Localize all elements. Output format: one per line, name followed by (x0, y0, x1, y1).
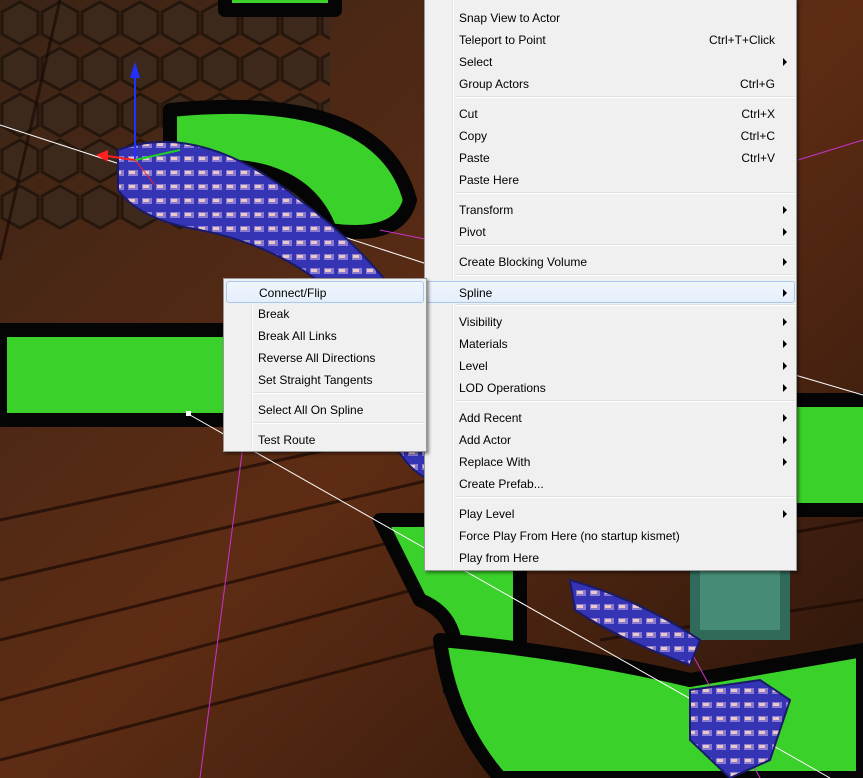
menu-separator (254, 422, 424, 424)
spline-submenu: Connect/Flip Break Break All Links Reverse … (223, 278, 427, 452)
menu-item-break-all-links[interactable]: Break All Links (226, 325, 424, 347)
menu-item-label: Copy (459, 129, 488, 143)
submenu-arrow-icon (783, 362, 787, 370)
menu-item-label: Spline (459, 286, 493, 300)
menu-item-shortcut: Ctrl+T+Click (708, 33, 775, 47)
menu-item-label: Snap View to Actor (459, 11, 561, 25)
menu-item-cut[interactable]: Cut Ctrl+X (427, 103, 794, 125)
submenu-arrow-icon (783, 58, 787, 66)
menu-item-label: Add Actor (459, 433, 512, 447)
menu-separator (455, 274, 794, 276)
menu-item-label: Play Level (459, 507, 515, 521)
menu-separator (455, 400, 794, 402)
submenu-arrow-icon (783, 258, 787, 266)
menu-item-label: Cut (459, 107, 478, 121)
menu-item-materials[interactable]: Materials (427, 333, 794, 355)
menu-item-label: Paste (459, 151, 490, 165)
menu-item-label: Break All Links (258, 329, 337, 343)
submenu-arrow-icon (783, 318, 787, 326)
menu-item-shortcut: Ctrl+G (739, 77, 775, 91)
menu-item-label: LOD Operations (459, 381, 546, 395)
menu-item-label: Force Play From Here (no startup kismet) (459, 529, 680, 543)
menu-item-paste[interactable]: Paste Ctrl+V (427, 147, 794, 169)
menu-item-lod-operations[interactable]: LOD Operations (427, 377, 794, 399)
menu-item-label: Break (258, 307, 290, 321)
menu-item-label: Group Actors (459, 77, 530, 91)
menu-separator (455, 304, 794, 306)
menu-item-shortcut: Ctrl+V (741, 151, 775, 165)
menu-item-label: Create Blocking Volume (459, 255, 588, 269)
menu-item-label: Pivot (459, 225, 486, 239)
menu-item-create-prefab[interactable]: Create Prefab... (427, 473, 794, 495)
menu-item-visibility[interactable]: Visibility (427, 311, 794, 333)
menu-item-spline[interactable]: Spline (426, 281, 795, 303)
menu-item-level[interactable]: Level (427, 355, 794, 377)
menu-item-group-actors[interactable]: Group Actors Ctrl+G (427, 73, 794, 95)
menu-item-pivot[interactable]: Pivot (427, 221, 794, 243)
menu-item-teleport-to-point[interactable]: Teleport to Point Ctrl+T+Click (427, 29, 794, 51)
menu-item-shortcut: Ctrl+C (740, 129, 775, 143)
menu-item-reverse-all-directions[interactable]: Reverse All Directions (226, 347, 424, 369)
menu-separator (455, 496, 794, 498)
menu-item-label: Transform (459, 203, 514, 217)
menu-item-label: Connect/Flip (259, 286, 327, 300)
menu-item-snap-view-to-actor[interactable]: Snap View to Actor (427, 7, 794, 29)
submenu-arrow-icon (783, 414, 787, 422)
submenu-arrow-icon (783, 384, 787, 392)
menu-item-label: Test Route (258, 433, 316, 447)
menu-item-label: Select (459, 55, 493, 69)
menu-item-play-from-here[interactable]: Play from Here (427, 547, 794, 569)
menu-item-play-level[interactable]: Play Level (427, 503, 794, 525)
menu-item-transform[interactable]: Transform (427, 199, 794, 221)
menu-item-label: Level (459, 359, 488, 373)
menu-item-add-recent[interactable]: Add Recent (427, 407, 794, 429)
menu-item-shortcut: Ctrl+X (741, 107, 775, 121)
menu-item-set-straight-tangents[interactable]: Set Straight Tangents (226, 369, 424, 391)
menu-separator (455, 192, 794, 194)
submenu-arrow-icon (783, 289, 787, 297)
submenu-arrow-icon (783, 206, 787, 214)
menu-item-label: Reverse All Directions (258, 351, 376, 365)
submenu-arrow-icon (783, 340, 787, 348)
menu-item-label: Paste Here (459, 173, 520, 187)
menu-separator (455, 244, 794, 246)
menu-item-connect-flip[interactable]: Connect/Flip (226, 281, 424, 303)
menu-item-test-route[interactable]: Test Route (226, 429, 424, 451)
menu-item-replace-with[interactable]: Replace With (427, 451, 794, 473)
menu-item-label: Create Prefab... (459, 477, 544, 491)
menu-item-label: Select All On Spline (258, 403, 364, 417)
menu-item-force-play-from-here-no-startup-kismet[interactable]: Force Play From Here (no startup kismet) (427, 525, 794, 547)
submenu-arrow-icon (783, 510, 787, 518)
menu-item-label: Add Recent (459, 411, 522, 425)
menu-item-label: Visibility (459, 315, 503, 329)
menu-item-paste-here[interactable]: Paste Here (427, 169, 794, 191)
menu-item-add-actor[interactable]: Add Actor (427, 429, 794, 451)
menu-item-label: Replace With (459, 455, 531, 469)
menu-item-break[interactable]: Break (226, 303, 424, 325)
menu-separator (455, 96, 794, 98)
menu-item-create-blocking-volume[interactable]: Create Blocking Volume (427, 251, 794, 273)
menu-item-label: Set Straight Tangents (258, 373, 373, 387)
menu-item-select[interactable]: Select (427, 51, 794, 73)
submenu-arrow-icon (783, 228, 787, 236)
menu-item-label: Materials (459, 337, 508, 351)
context-menu: Snap View to Actor Teleport to Point Ctrl+… (424, 0, 797, 571)
submenu-arrow-icon (783, 458, 787, 466)
submenu-arrow-icon (783, 436, 787, 444)
menu-separator (254, 392, 424, 394)
menu-item-copy[interactable]: Copy Ctrl+C (427, 125, 794, 147)
menu-item-label: Teleport to Point (459, 33, 546, 47)
menu-item-label: Play from Here (459, 551, 540, 565)
menu-item-select-all-on-spline[interactable]: Select All On Spline (226, 399, 424, 421)
